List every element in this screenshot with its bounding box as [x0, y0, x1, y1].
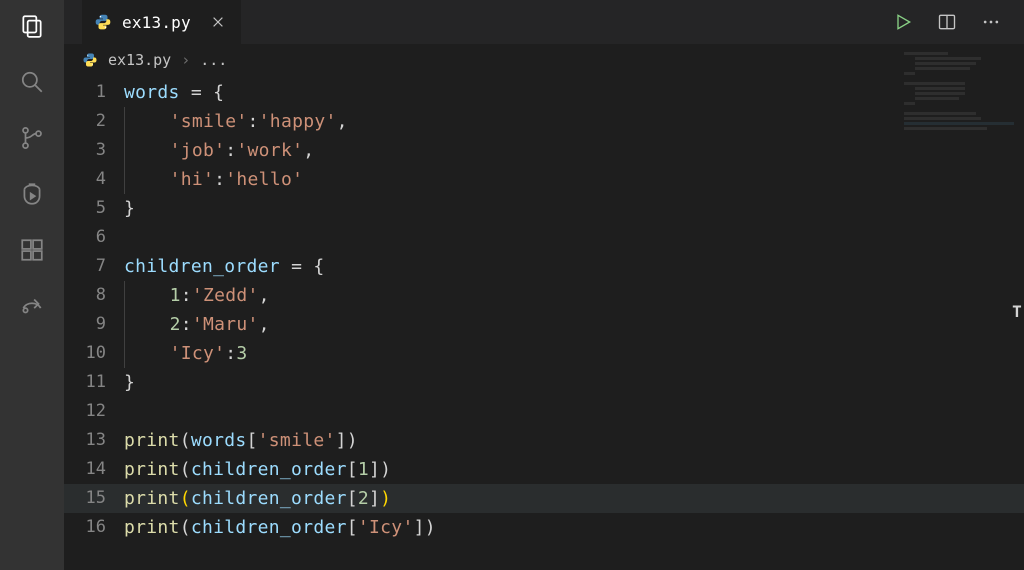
- tab-title: ex13.py: [122, 13, 191, 32]
- line-number: 15: [64, 484, 124, 513]
- code-content: words = {: [124, 78, 224, 107]
- line-number: 5: [64, 194, 124, 223]
- search-icon[interactable]: [16, 66, 48, 98]
- code-line[interactable]: 10 'Icy':3: [64, 339, 1024, 368]
- code-content: 'Icy':3: [124, 339, 248, 368]
- line-number: 11: [64, 368, 124, 397]
- line-number: 16: [64, 513, 124, 542]
- breadcrumb[interactable]: ex13.py › ...: [64, 44, 1024, 76]
- overview-ruler[interactable]: T: [1014, 44, 1024, 570]
- overview-cursor-mark: T: [1010, 302, 1024, 316]
- debug-icon[interactable]: [16, 178, 48, 210]
- line-number: 2: [64, 107, 124, 136]
- line-number: 7: [64, 252, 124, 281]
- code-line[interactable]: 12: [64, 397, 1024, 426]
- close-icon[interactable]: [209, 13, 227, 31]
- line-number: 13: [64, 426, 124, 455]
- code-line[interactable]: 7children_order = {: [64, 252, 1024, 281]
- editor-group: ex13.py ex13.py › ... 1words = {2 'sm: [64, 0, 1024, 570]
- run-icon[interactable]: [892, 11, 914, 33]
- code-editor[interactable]: 1words = {2 'smile':'happy',3 'job':'wor…: [64, 76, 1024, 570]
- code-line[interactable]: 6: [64, 223, 1024, 252]
- code-line[interactable]: 3 'job':'work',: [64, 136, 1024, 165]
- code-line[interactable]: 8 1:'Zedd',: [64, 281, 1024, 310]
- line-number: 4: [64, 165, 124, 194]
- code-line[interactable]: 4 'hi':'hello': [64, 165, 1024, 194]
- code-content: print(children_order[1]): [124, 455, 391, 484]
- code-line[interactable]: 15print(children_order[2]): [64, 484, 1024, 513]
- code-content: 'smile':'happy',: [124, 107, 348, 136]
- line-number: 9: [64, 310, 124, 339]
- source-control-icon[interactable]: [16, 122, 48, 154]
- line-number: 1: [64, 78, 124, 107]
- code-line[interactable]: 14print(children_order[1]): [64, 455, 1024, 484]
- code-line[interactable]: 5}: [64, 194, 1024, 223]
- breadcrumb-file: ex13.py: [108, 51, 171, 69]
- activity-bar: [0, 0, 64, 570]
- code-line[interactable]: 16print(children_order['Icy']): [64, 513, 1024, 542]
- line-number: 3: [64, 136, 124, 165]
- explorer-icon[interactable]: [16, 10, 48, 42]
- tab-strip: ex13.py: [64, 0, 1024, 44]
- extensions-icon[interactable]: [16, 234, 48, 266]
- tab-spacer: [242, 0, 892, 44]
- more-actions-icon[interactable]: [980, 11, 1002, 33]
- code-content: 'job':'work',: [124, 136, 314, 165]
- line-number: 14: [64, 455, 124, 484]
- breadcrumb-separator: ›: [181, 51, 190, 69]
- tab-ex13[interactable]: ex13.py: [82, 0, 242, 44]
- code-line[interactable]: 2 'smile':'happy',: [64, 107, 1024, 136]
- line-number: 6: [64, 223, 124, 252]
- python-file-icon: [82, 52, 98, 68]
- split-editor-icon[interactable]: [936, 11, 958, 33]
- code-line[interactable]: 13print(words['smile']): [64, 426, 1024, 455]
- code-content: 2:'Maru',: [124, 310, 270, 339]
- code-content: print(children_order['Icy']): [124, 513, 436, 542]
- editor-actions: [892, 0, 1024, 44]
- python-file-icon: [94, 13, 112, 31]
- line-number: 10: [64, 339, 124, 368]
- line-number: 8: [64, 281, 124, 310]
- code-content: 1:'Zedd',: [124, 281, 270, 310]
- code-line[interactable]: 11}: [64, 368, 1024, 397]
- code-line[interactable]: 9 2:'Maru',: [64, 310, 1024, 339]
- breadcrumb-trailing: ...: [200, 51, 227, 69]
- line-number: 12: [64, 397, 124, 426]
- code-content: }: [124, 194, 135, 223]
- code-content: }: [124, 368, 135, 397]
- code-content: children_order = {: [124, 252, 324, 281]
- code-content: 'hi':'hello': [124, 165, 303, 194]
- code-content: print(children_order[2]): [124, 484, 391, 513]
- code-line[interactable]: 1words = {: [64, 78, 1024, 107]
- code-content: print(words['smile']): [124, 426, 358, 455]
- live-share-icon[interactable]: [16, 290, 48, 322]
